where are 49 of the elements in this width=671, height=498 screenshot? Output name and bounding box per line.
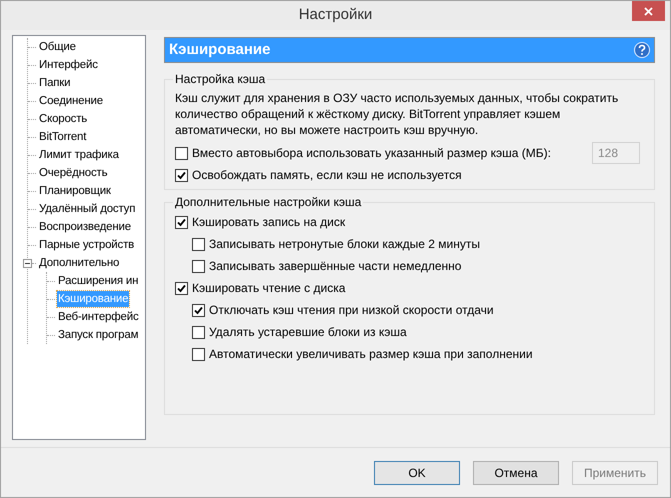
tree-item[interactable]: Соединение <box>38 93 104 109</box>
checkbox[interactable] <box>175 282 188 294</box>
window-title: Настройки <box>298 5 372 26</box>
checkmark-icon <box>177 170 186 180</box>
tree-item[interactable]: Скорость <box>38 111 88 127</box>
page-title: Кэширование <box>169 40 270 60</box>
collapse-icon[interactable] <box>23 258 32 268</box>
option-label[interactable]: Записывать завершённые части немедленно <box>209 257 462 275</box>
checkbox[interactable] <box>175 168 188 182</box>
tree-item[interactable]: Парные устройств <box>38 237 136 253</box>
option-label[interactable]: Удалять устаревшие блоки из кэша <box>209 323 407 341</box>
checkmark-icon <box>177 284 186 292</box>
checkbox[interactable] <box>192 348 205 360</box>
tree-item[interactable]: Расширения ин <box>57 273 140 289</box>
tree-item[interactable]: Интерфейс <box>38 57 99 73</box>
tree-item[interactable]: Удалённый доступ <box>38 201 136 217</box>
group-title: Настройка кэша <box>174 71 266 88</box>
checkbox[interactable] <box>192 304 205 316</box>
tree-item[interactable]: Планировщик <box>38 183 112 199</box>
tree-item[interactable]: Дополнительно <box>38 255 120 271</box>
checkbox[interactable] <box>192 260 205 272</box>
tree-item[interactable]: Общие <box>38 39 77 55</box>
checkbox[interactable] <box>192 326 205 338</box>
dialog-button[interactable]: Отмена <box>473 460 559 484</box>
close-button[interactable] <box>632 1 665 21</box>
tree-item[interactable]: Лимит трафика <box>38 147 120 163</box>
option-label[interactable]: Записывать нетронутые блоки каждые 2 минуты <box>209 235 480 253</box>
close-icon <box>644 6 653 16</box>
checkmark-icon <box>194 306 203 314</box>
option-label[interactable]: Освобождать память, если кэш не используется <box>192 166 462 184</box>
dialog-button[interactable]: OK <box>374 460 460 484</box>
group-title: Дополнительные настройки кэша <box>174 194 362 211</box>
tree-item[interactable]: BitTorrent <box>38 129 88 145</box>
checkmark-icon <box>177 218 186 226</box>
tree-item[interactable]: Очерёдность <box>38 165 108 181</box>
tree-item[interactable]: Папки <box>38 75 72 91</box>
description-text: Кэш служит для хранения в ОЗУ часто используемых данных, чтобы сократить количество обращений к жёсткому диску. BitTorrent управляет кэшем автоматически, но вы можете настроить кэш вручную. <box>175 90 620 138</box>
checkbox[interactable] <box>192 238 205 250</box>
tree-item[interactable]: Запуск програм <box>57 327 140 343</box>
tree-item[interactable]: Веб-интерфейс <box>57 309 140 325</box>
checkbox[interactable] <box>175 146 188 160</box>
option-label[interactable]: Автоматически увеличивать размер кэша при заполнении <box>209 345 533 363</box>
tree-item[interactable]: Воспроизведение <box>38 219 132 235</box>
option-label[interactable]: Кэшировать запись на диск <box>192 213 346 231</box>
option-label[interactable]: Вместо автовыбора использовать указанный размер кэша (МБ): <box>192 144 551 162</box>
checkbox[interactable] <box>175 216 188 228</box>
help-icon[interactable] <box>634 42 650 58</box>
option-label[interactable]: Отключать кэш чтения при низкой скорости отдачи <box>209 301 494 319</box>
option-label[interactable]: Кэшировать чтение с диска <box>192 279 346 297</box>
